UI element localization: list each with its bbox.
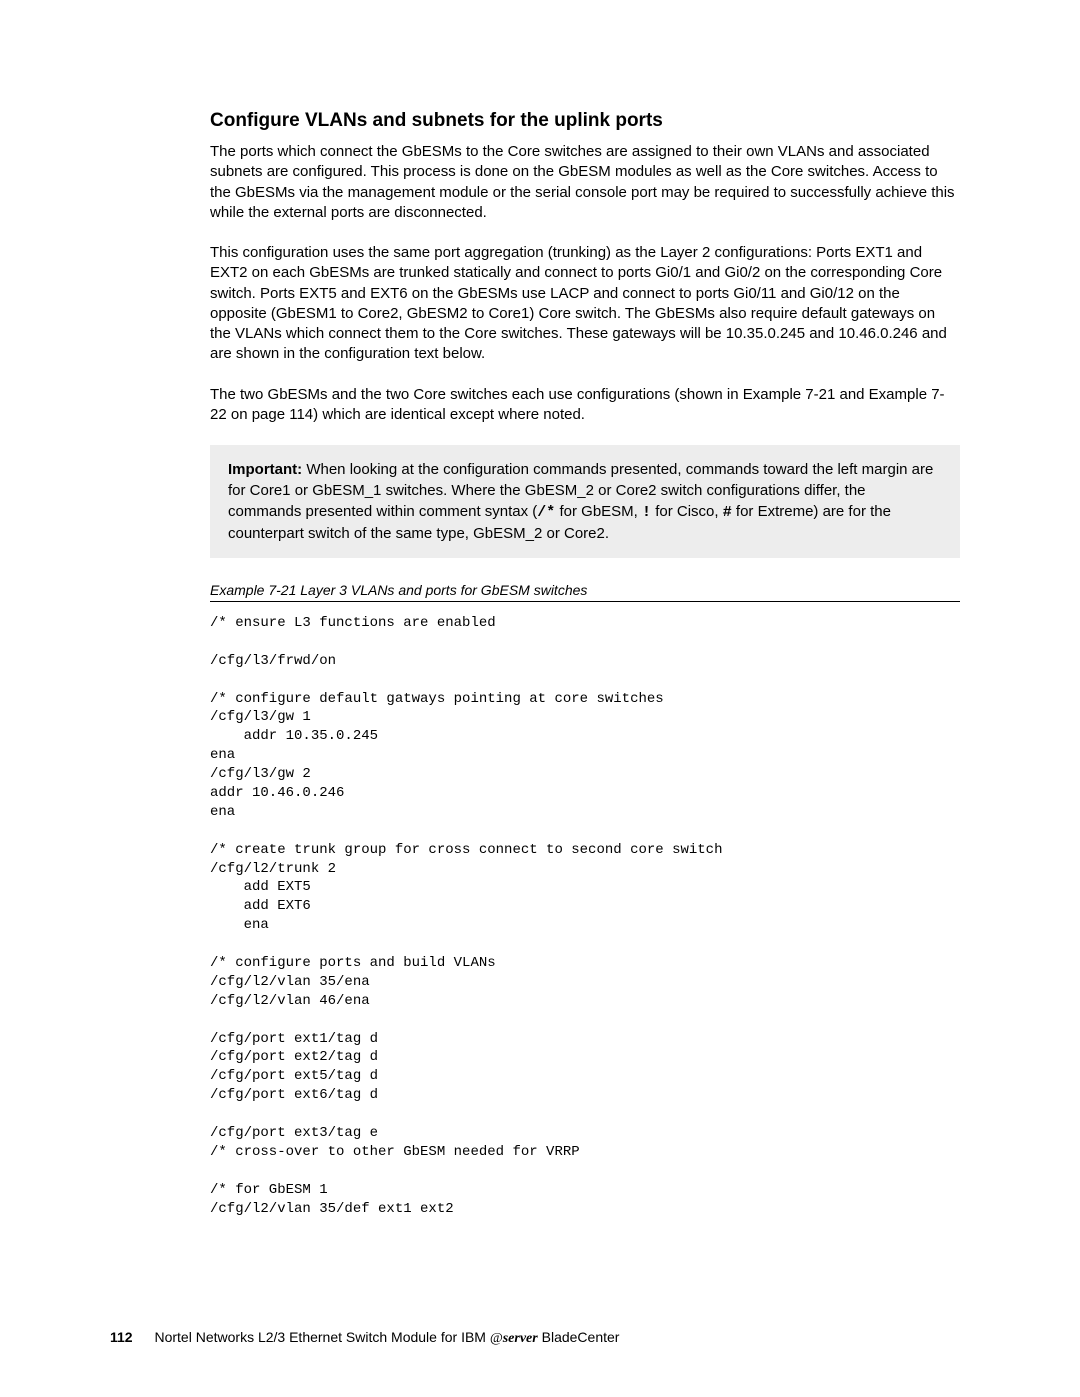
footer-text-b: BladeCenter — [538, 1329, 620, 1345]
note-text-c: for Cisco, — [651, 503, 723, 520]
section-heading: Configure VLANs and subnets for the upli… — [210, 110, 960, 132]
note-text-b: for GbESM, — [555, 503, 642, 520]
example-divider — [210, 601, 960, 602]
page-number: 112 — [110, 1329, 133, 1345]
paragraph-3: The two GbESMs and the two Core switches… — [210, 385, 960, 426]
important-note: Important: When looking at the configura… — [210, 445, 960, 558]
code-block: /* ensure L3 functions are enabled /cfg/… — [210, 614, 960, 1219]
note-label: Important: — [228, 461, 302, 478]
syntax-bang: ! — [642, 504, 651, 521]
footer-text-a: Nortel Networks L2/3 Ethernet Switch Mod… — [154, 1329, 489, 1345]
example-caption: Example 7-21 Layer 3 VLANs and ports for… — [210, 582, 960, 598]
syntax-slash-star: /* — [537, 504, 555, 521]
syntax-hash: # — [723, 504, 732, 521]
paragraph-2: This configuration uses the same port ag… — [210, 243, 960, 365]
paragraph-1: The ports which connect the GbESMs to th… — [210, 142, 960, 223]
page-footer: 112 Nortel Networks L2/3 Ethernet Switch… — [110, 1329, 960, 1347]
footer-at-sign: @ — [490, 1331, 503, 1346]
footer-brand: server — [503, 1331, 538, 1346]
